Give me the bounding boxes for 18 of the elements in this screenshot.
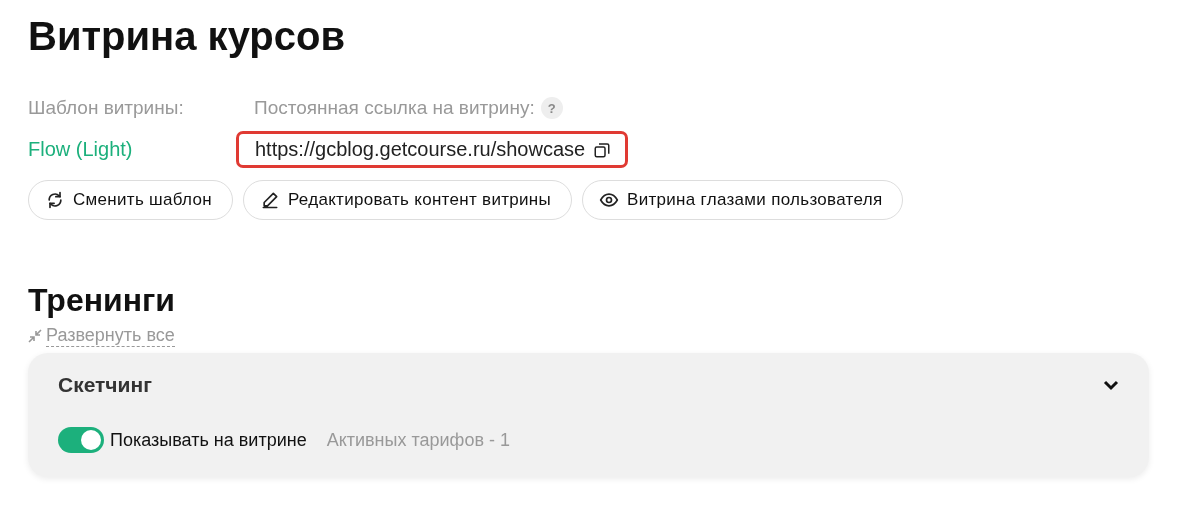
- template-label: Шаблон витрины:: [28, 97, 185, 119]
- template-name: Flow (Light): [28, 138, 134, 161]
- action-button[interactable]: Редактировать контент витрины: [242, 180, 573, 220]
- permalink-label: Постоянная ссылка на витрину:: [254, 97, 535, 119]
- training-title: Скетчинг: [58, 373, 152, 397]
- toggle-label: Показывать на витрине: [110, 429, 307, 451]
- refresh-icon: [45, 190, 65, 210]
- tariffs-count: Активных тарифов - 1: [326, 429, 510, 451]
- copy-icon[interactable]: [593, 140, 612, 159]
- action-button[interactable]: Сменить шаблон: [28, 180, 233, 220]
- chevron-icon[interactable]: [1103, 379, 1119, 391]
- permalink-field[interactable]: https://gcblog.getcourse.ru/showcase: [236, 131, 629, 168]
- page-title: Витрина курсов: [28, 14, 347, 59]
- section-title: Тренинги: [28, 282, 176, 319]
- eye-icon: [599, 190, 620, 210]
- toggle-switch[interactable]: [58, 427, 104, 453]
- action-button[interactable]: Витрина глазами пользователя: [582, 180, 904, 220]
- collapse-arrows-icon: [28, 329, 42, 343]
